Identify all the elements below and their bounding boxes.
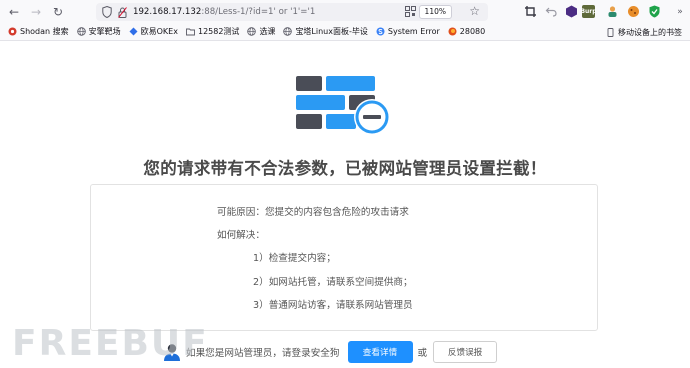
hexagon-extension-icon[interactable] <box>565 5 578 18</box>
green-shield-icon[interactable] <box>648 5 661 18</box>
bookmark-label: 欧易OKEx <box>140 27 178 36</box>
firewall-block-icon <box>296 76 390 135</box>
folder-icon <box>186 28 195 36</box>
bookmark-label: 宝塔Linux面板-毕设 <box>295 27 368 36</box>
bookmark-okex[interactable]: 欧易OKEx <box>129 26 178 37</box>
admin-footer: 如果您是网站管理员，请登录安全狗 查看详情 或 反馈误报 <box>162 341 498 363</box>
bookmark-system-error[interactable]: System Error <box>376 27 440 36</box>
forward-icon[interactable]: → <box>28 4 44 20</box>
undo-icon[interactable] <box>545 5 558 18</box>
s-icon <box>376 27 385 36</box>
browser-toolbar: ← → ↻ 192.168.17.132:88/Less-1/?id=1' or… <box>0 0 690 23</box>
firefox-icon <box>448 27 457 36</box>
view-details-button[interactable]: 查看详情 <box>347 341 413 363</box>
globe-icon <box>283 27 293 36</box>
block-headline: 您的请求带有不合法参数，已被网站管理员设置拦截！ <box>143 159 547 178</box>
insecure-lock-icon[interactable] <box>118 6 127 18</box>
qr-code-icon[interactable] <box>405 6 416 17</box>
okex-icon <box>129 27 138 36</box>
freebuf-watermark: FREEBUF <box>12 323 209 364</box>
resolve-step: 2）如网站托管，请联系空间提供商； <box>253 277 413 288</box>
bookmarks-bar: Shodan 搜索 安擎靶场 欧易OKEx 12582测试 选课 宝塔Linux… <box>0 23 690 41</box>
url-host: 192.168.17.132 <box>133 7 202 17</box>
bookmark-label: 12582测试 <box>197 27 240 36</box>
extensions-menu-icon[interactable]: » <box>674 5 686 18</box>
bookmark-course[interactable]: 选课 <box>247 26 275 37</box>
url-text[interactable]: 192.168.17.132:88/Less-1/?id=1' or '1'='… <box>133 7 315 17</box>
bookmark-label: 28080 <box>459 27 486 36</box>
screenshot-icon[interactable] <box>524 5 537 18</box>
bookmark-shodan[interactable]: Shodan 搜索 <box>8 26 69 37</box>
bookmark-label: Shodan 搜索 <box>20 27 69 36</box>
bookmark-label: 安擎靶场 <box>88 27 121 36</box>
bookmark-star-icon[interactable]: ☆ <box>469 4 480 18</box>
reload-icon[interactable]: ↻ <box>50 4 66 20</box>
url-path: :88/Less-1/?id=1' or '1'='1 <box>201 7 316 17</box>
bookmark-12582[interactable]: 12582测试 <box>186 26 239 37</box>
zoom-level[interactable]: 110% <box>418 5 452 19</box>
shield-icon[interactable] <box>102 6 112 18</box>
mobile-bookmarks-label: 移动设备上的书签 <box>618 28 682 37</box>
report-false-positive-button[interactable]: 反馈误报 <box>433 341 498 363</box>
globe-icon <box>247 27 257 36</box>
possible-reason: 可能原因：您提交的内容包含危险的攻击请求 <box>217 207 409 218</box>
resolve-step: 1）检查提交内容； <box>253 253 336 264</box>
back-icon[interactable]: ← <box>6 4 22 20</box>
or-text: 或 <box>417 348 428 359</box>
globe-icon <box>76 27 86 36</box>
mobile-device-icon <box>607 28 614 37</box>
bookmark-label: System Error <box>387 27 440 36</box>
bookmark-anqing[interactable]: 安擎靶场 <box>76 26 121 37</box>
info-panel: 可能原因：您提交的内容包含危险的攻击请求 如何解决： 1）检查提交内容； 2）如… <box>90 184 598 331</box>
shodan-icon <box>8 27 17 36</box>
person-extension-icon[interactable] <box>606 5 619 18</box>
burp-extension-icon[interactable]: Burp <box>580 5 597 18</box>
resolve-step: 3）普通网站访客，请联系网站管理员 <box>253 300 413 311</box>
bookmark-baota[interactable]: 宝塔Linux面板-毕设 <box>283 26 368 37</box>
admin-login-prompt: 如果您是网站管理员，请登录安全狗 <box>186 348 340 359</box>
bookmark-28080[interactable]: 28080 <box>448 27 485 36</box>
url-bar[interactable]: 192.168.17.132:88/Less-1/?id=1' or '1'='… <box>96 3 488 21</box>
how-to-resolve: 如何解决： <box>217 230 265 241</box>
bookmark-label: 选课 <box>259 27 276 36</box>
cookie-extension-icon[interactable] <box>627 5 640 18</box>
mobile-bookmarks[interactable]: 移动设备上的书签 <box>606 27 682 38</box>
